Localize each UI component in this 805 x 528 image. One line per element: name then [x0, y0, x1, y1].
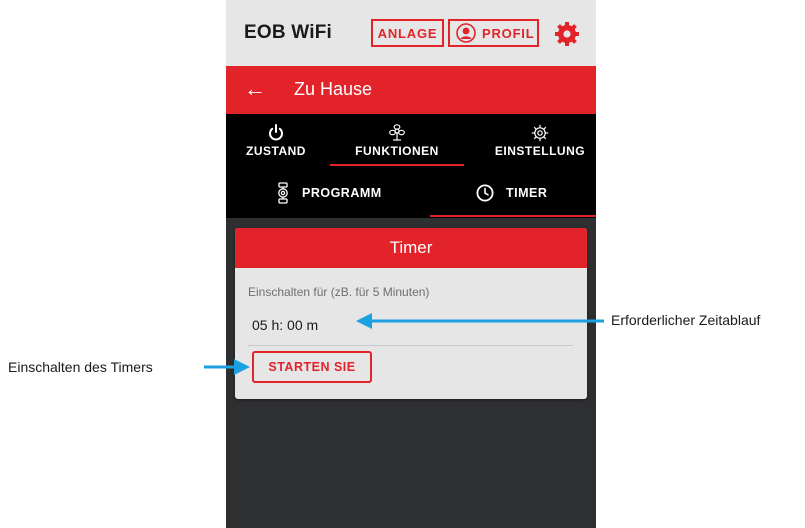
tab-funktionen[interactable]: FUNKTIONEN	[330, 114, 464, 168]
timer-card-title: Timer	[235, 228, 587, 268]
gear-icon	[531, 124, 549, 142]
active-tab-indicator	[330, 164, 464, 166]
back-arrow-icon[interactable]: ←	[244, 78, 266, 100]
timer-duration-field[interactable]: 05 h: 00 m	[252, 317, 318, 333]
sub-tab-bar: PROGRAMM TIMER	[226, 168, 596, 218]
header-bar	[226, 66, 596, 114]
heater-icon	[278, 182, 288, 204]
anlage-label: ANLAGE	[377, 25, 438, 41]
active-subtab-indicator	[430, 215, 596, 217]
timer-duration-label: Einschalten für (zB. für 5 Minuten)	[248, 285, 430, 299]
tab-label: FUNKTIONEN	[355, 144, 439, 158]
main-tab-bar: ZUSTAND FUNKTIONEN EINSTELLUNG	[226, 114, 596, 168]
fan-icon	[389, 124, 405, 141]
annotation-duration: Erforderlicher Zeitablauf	[611, 312, 761, 328]
clock-icon	[476, 184, 494, 202]
tab-label: TIMER	[506, 186, 548, 200]
profil-label: PROFIL	[482, 25, 535, 41]
tab-zustand[interactable]: ZUSTAND	[236, 114, 316, 168]
app-brand: EOB WiFi	[244, 22, 332, 43]
page-title: Zu Hause	[294, 79, 373, 99]
divider	[248, 345, 573, 346]
power-icon	[269, 124, 283, 141]
tab-programm[interactable]: PROGRAMM	[276, 168, 382, 218]
tab-timer[interactable]: TIMER	[476, 168, 547, 218]
start-timer-button[interactable]: STARTEN SIE	[252, 351, 372, 383]
profil-button[interactable]: PROFIL	[448, 19, 539, 47]
app-topbar: EOB WiFi ANLAGE PROFIL	[226, 0, 596, 66]
tab-label: PROGRAMM	[302, 186, 382, 200]
tab-einstellung[interactable]: EINSTELLUNG	[484, 114, 596, 168]
user-icon	[456, 23, 476, 43]
annotation-start-timer: Einschalten des Timers	[8, 359, 153, 375]
tab-label: ZUSTAND	[246, 144, 306, 158]
phone-screen: EOB WiFi ANLAGE PROFIL ← Zu Hause ZUSTAN…	[226, 0, 596, 528]
anlage-button[interactable]: ANLAGE	[371, 19, 444, 47]
tab-label: EINSTELLUNG	[494, 144, 586, 158]
settings-gear-icon[interactable]	[554, 21, 580, 47]
timer-card: Timer Einschalten für (zB. für 5 Minuten…	[235, 228, 587, 399]
